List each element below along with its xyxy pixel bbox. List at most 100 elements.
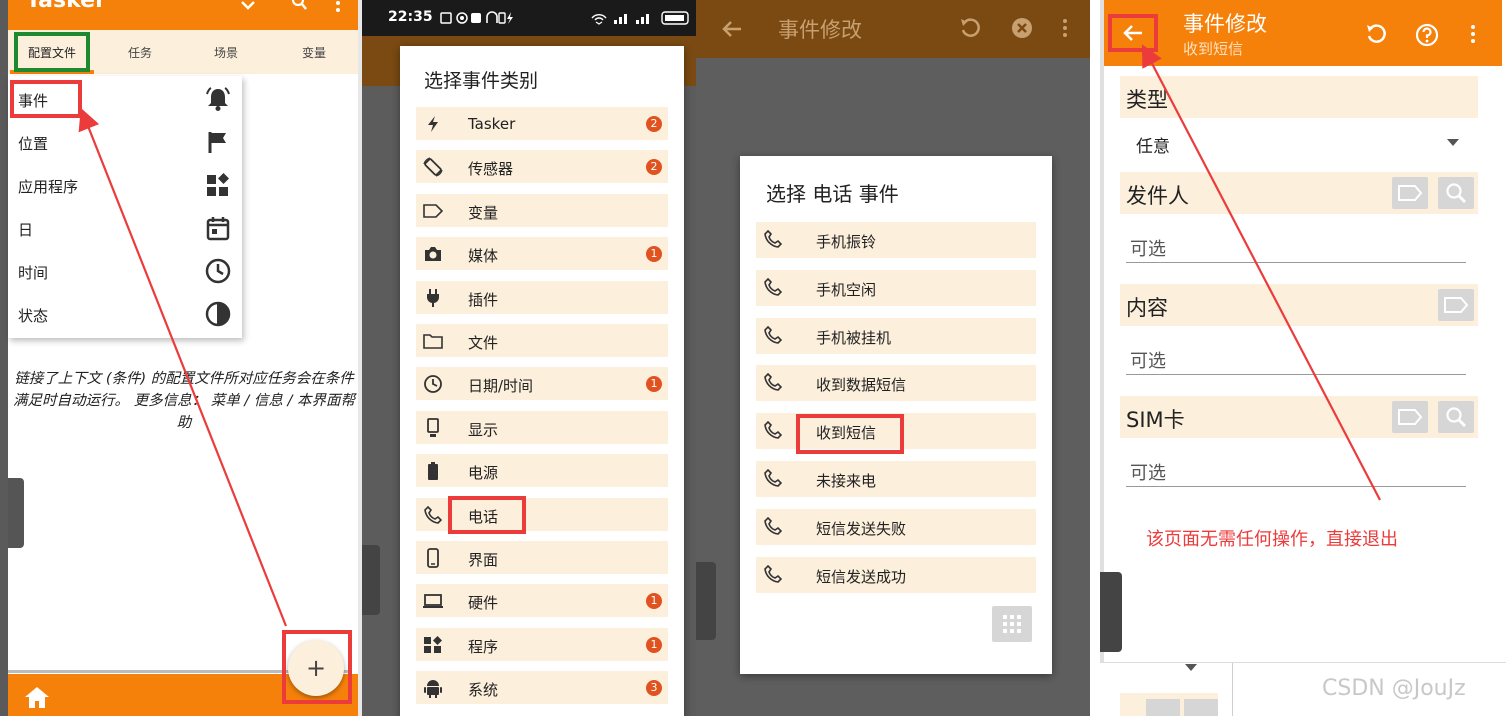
dialog-title: 选择 电话 事件 bbox=[766, 182, 899, 206]
phone-icon bbox=[764, 516, 784, 537]
category-item[interactable]: 界面 bbox=[416, 541, 668, 574]
count-badge: 2 bbox=[646, 116, 662, 132]
laptop-icon bbox=[422, 590, 444, 612]
category-item[interactable]: 系统 3 bbox=[416, 671, 668, 705]
clock-icon bbox=[422, 373, 444, 395]
app-bar-dimmed: 事件修改 bbox=[696, 0, 1090, 58]
dropdown-arrow-icon bbox=[1446, 138, 1460, 146]
category-item[interactable]: 硬件 1 bbox=[416, 584, 668, 618]
page-subtitle: 收到短信 bbox=[1183, 40, 1244, 58]
clock-icon bbox=[204, 257, 232, 285]
status-bar: 22:35 bbox=[362, 0, 696, 36]
drawer-handle[interactable] bbox=[8, 478, 24, 548]
category-item[interactable]: 传感器 2 bbox=[416, 150, 668, 184]
category-item[interactable]: 日期/时间 1 bbox=[416, 367, 668, 401]
phone-icon bbox=[764, 469, 784, 489]
count-badge: 2 bbox=[646, 159, 662, 176]
rotate-icon bbox=[422, 156, 444, 178]
more-vert-icon[interactable] bbox=[1468, 22, 1478, 46]
help-icon[interactable] bbox=[1414, 22, 1440, 48]
sim-tag-button[interactable] bbox=[1392, 401, 1428, 433]
category-item[interactable]: Tasker 2 bbox=[416, 107, 668, 140]
panel4-bottom-divider bbox=[1232, 663, 1233, 716]
category-item[interactable]: 显示 bbox=[416, 410, 668, 444]
menu-item-location[interactable]: 位置 bbox=[8, 121, 244, 163]
category-label: 硬件 bbox=[468, 594, 499, 613]
undo-icon[interactable] bbox=[958, 16, 982, 40]
tab-scenes[interactable]: 场景 bbox=[214, 44, 238, 61]
dialog-title: 选择事件类别 bbox=[424, 70, 539, 92]
help-text: 链接了上下文 (条件) 的配置文件所对应任务会在条件满足时自动运行。 更多信息：… bbox=[13, 371, 355, 431]
highlight-sms-box bbox=[796, 414, 904, 454]
sim-section: SIM卡 bbox=[1120, 396, 1478, 438]
count-badge: 1 bbox=[646, 636, 662, 653]
phone-event-label: 收到数据短信 bbox=[816, 376, 907, 395]
category-item[interactable]: 电源 bbox=[416, 454, 668, 488]
phone-event-item[interactable]: 短信发送失败 bbox=[756, 508, 1036, 545]
widgets-icon bbox=[422, 634, 444, 656]
cut-off-row bbox=[1120, 693, 1218, 716]
type-dropdown[interactable]: 任意 bbox=[1120, 124, 1472, 160]
sim-input[interactable]: 可选 bbox=[1126, 454, 1466, 487]
phone-event-label: 短信发送失败 bbox=[816, 519, 907, 538]
phone-icon bbox=[764, 421, 784, 441]
sender-input[interactable]: 可选 bbox=[1126, 230, 1466, 263]
battery-icon bbox=[422, 460, 444, 482]
category-item[interactable]: 文件 bbox=[416, 324, 668, 357]
undo-icon[interactable] bbox=[1364, 22, 1388, 46]
phone-event-item[interactable]: 手机振铃 bbox=[756, 222, 1036, 258]
category-item[interactable]: 插件 bbox=[416, 280, 668, 314]
phone-event-item[interactable]: 未接来电 bbox=[756, 461, 1036, 497]
search-icon[interactable] bbox=[290, 0, 310, 12]
tab-variables[interactable]: 变量 bbox=[302, 44, 326, 61]
content-input[interactable]: 可选 bbox=[1126, 342, 1466, 375]
folder-icon bbox=[422, 330, 444, 352]
home-icon[interactable] bbox=[22, 684, 52, 710]
phone-icon bbox=[764, 373, 784, 393]
category-label: 系统 bbox=[468, 681, 499, 700]
header-title: 事件修改 bbox=[778, 18, 862, 42]
status-icons-right bbox=[576, 11, 692, 25]
sim-search-button[interactable] bbox=[1438, 401, 1474, 433]
menu-item-time[interactable]: 时间 bbox=[8, 250, 244, 292]
phone-icon bbox=[422, 504, 444, 526]
camera-icon bbox=[422, 243, 444, 265]
sender-tag-button[interactable] bbox=[1392, 177, 1428, 209]
panel4-drawer-handle[interactable] bbox=[1100, 572, 1122, 652]
panel2-drawer-handle[interactable] bbox=[362, 545, 380, 615]
phone-event-item[interactable]: 手机空闲 bbox=[756, 269, 1036, 306]
annotation-text: 该页面无需任何操作，直接退出 bbox=[1146, 529, 1398, 550]
tab-tasks[interactable]: 任务 bbox=[128, 44, 152, 61]
sender-search-button[interactable] bbox=[1438, 177, 1474, 209]
highlight-phone-box bbox=[448, 496, 526, 534]
app-title: Tasker bbox=[26, 0, 106, 13]
page-title: 事件修改 bbox=[1183, 12, 1267, 36]
grid-button[interactable] bbox=[992, 606, 1032, 642]
chevron-down-icon[interactable] bbox=[238, 0, 258, 12]
phone-event-item[interactable]: 收到数据短信 bbox=[756, 365, 1036, 402]
tag-icon bbox=[422, 200, 444, 222]
menu-item-app[interactable]: 应用程序 bbox=[8, 164, 244, 206]
phone-event-label: 手机振铃 bbox=[816, 233, 877, 251]
chevron-down-icon bbox=[1184, 663, 1198, 671]
more-vert-icon[interactable] bbox=[333, 0, 343, 12]
content-tag-button[interactable] bbox=[1438, 289, 1474, 321]
category-label: 电源 bbox=[468, 464, 499, 483]
status-time: 22:35 bbox=[388, 9, 433, 25]
phone-event-item[interactable]: 手机被挂机 bbox=[756, 317, 1036, 354]
menu-item-day[interactable]: 日 bbox=[8, 207, 244, 249]
category-item[interactable]: 程序 1 bbox=[416, 627, 668, 661]
menu-item-state[interactable]: 状态 bbox=[8, 293, 244, 335]
back-arrow-icon[interactable] bbox=[720, 17, 744, 41]
category-item[interactable]: 媒体 1 bbox=[416, 237, 668, 271]
phone-event-item[interactable]: 短信发送成功 bbox=[756, 556, 1036, 593]
highlight-back-box bbox=[1108, 14, 1158, 52]
panel-gap bbox=[1090, 0, 1096, 716]
panel-edit-event: 事件修改 收到短信 类型 任意 发件人 可选 内容 可选 SIM卡 可选 该页面… bbox=[1100, 0, 1506, 716]
category-item[interactable]: 变量 bbox=[416, 193, 668, 227]
panel3-drawer-handle[interactable] bbox=[696, 562, 716, 640]
close-circle-icon[interactable] bbox=[1010, 16, 1034, 40]
alarm-bell-icon bbox=[204, 85, 232, 113]
phone-event-label: 未接来电 bbox=[816, 472, 877, 490]
more-vert-icon[interactable] bbox=[1060, 16, 1070, 40]
